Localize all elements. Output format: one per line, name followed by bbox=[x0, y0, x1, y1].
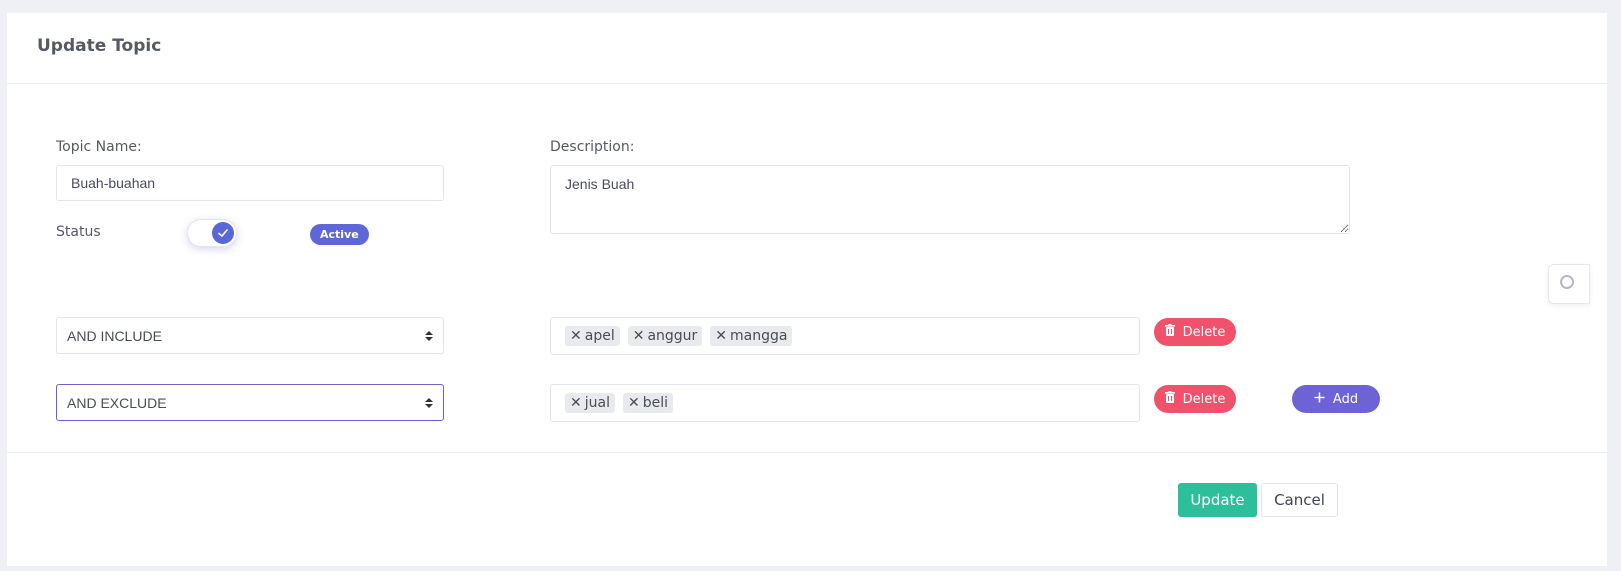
settings-icon bbox=[1559, 274, 1575, 294]
tag-label: apel bbox=[584, 328, 615, 344]
keyword-tag: ✕ jual bbox=[565, 393, 615, 413]
page-title: Update Topic bbox=[37, 36, 162, 56]
check-icon bbox=[217, 224, 229, 243]
side-settings-tab[interactable] bbox=[1548, 264, 1590, 304]
keyword-tag: ✕ anggur bbox=[627, 326, 703, 346]
status-label: Status bbox=[56, 224, 101, 240]
delete-label: Delete bbox=[1182, 391, 1226, 407]
card-header: Update Topic bbox=[7, 13, 1607, 84]
topic-name-input[interactable]: Buah-buahan bbox=[56, 165, 444, 201]
description-textarea[interactable] bbox=[550, 165, 1350, 234]
update-button[interactable]: Update bbox=[1178, 483, 1257, 517]
plus-icon bbox=[1314, 392, 1325, 407]
delete-rule-button-2[interactable]: Delete bbox=[1154, 385, 1236, 413]
close-icon[interactable]: ✕ bbox=[570, 329, 582, 343]
description-label: Description: bbox=[550, 139, 635, 155]
keyword-tag: ✕ beli bbox=[622, 393, 673, 413]
chevron-updown-icon bbox=[425, 397, 433, 408]
trash-icon bbox=[1164, 324, 1175, 340]
tag-label: beli bbox=[642, 395, 668, 411]
update-topic-card: Update Topic Topic Name: Buah-buahan Des… bbox=[7, 13, 1607, 566]
add-label: Add bbox=[1332, 391, 1359, 407]
rule-operator-value: AND INCLUDE bbox=[67, 328, 162, 344]
keyword-tags-input-1[interactable]: ✕ apel ✕ anggur ✕ mangga bbox=[550, 317, 1140, 355]
keyword-tags-input-2[interactable]: ✕ jual ✕ beli bbox=[550, 384, 1140, 422]
toggle-knob bbox=[212, 222, 234, 244]
delete-rule-button-1[interactable]: Delete bbox=[1154, 318, 1236, 346]
keyword-tag: ✕ apel bbox=[565, 326, 620, 346]
rule-operator-select-1[interactable]: AND INCLUDE bbox=[56, 317, 444, 354]
close-icon[interactable]: ✕ bbox=[570, 396, 582, 410]
tag-label: jual bbox=[584, 395, 610, 411]
close-icon[interactable]: ✕ bbox=[633, 329, 645, 343]
status-badge: Active bbox=[310, 224, 369, 245]
rule-operator-value: AND EXCLUDE bbox=[67, 395, 167, 411]
close-icon[interactable]: ✕ bbox=[715, 329, 727, 343]
cancel-button[interactable]: Cancel bbox=[1261, 483, 1338, 517]
keyword-tag: ✕ mangga bbox=[710, 326, 793, 346]
status-toggle[interactable] bbox=[187, 219, 237, 247]
topic-name-label: Topic Name: bbox=[56, 139, 142, 155]
chevron-updown-icon bbox=[425, 330, 433, 341]
delete-label: Delete bbox=[1182, 324, 1226, 340]
tag-label: anggur bbox=[647, 328, 698, 344]
tag-label: mangga bbox=[730, 328, 788, 344]
footer-divider bbox=[7, 452, 1607, 453]
rule-operator-select-2[interactable]: AND EXCLUDE bbox=[56, 384, 444, 421]
close-icon[interactable]: ✕ bbox=[628, 396, 640, 410]
add-rule-button[interactable]: Add bbox=[1292, 385, 1380, 413]
trash-icon bbox=[1164, 391, 1175, 407]
